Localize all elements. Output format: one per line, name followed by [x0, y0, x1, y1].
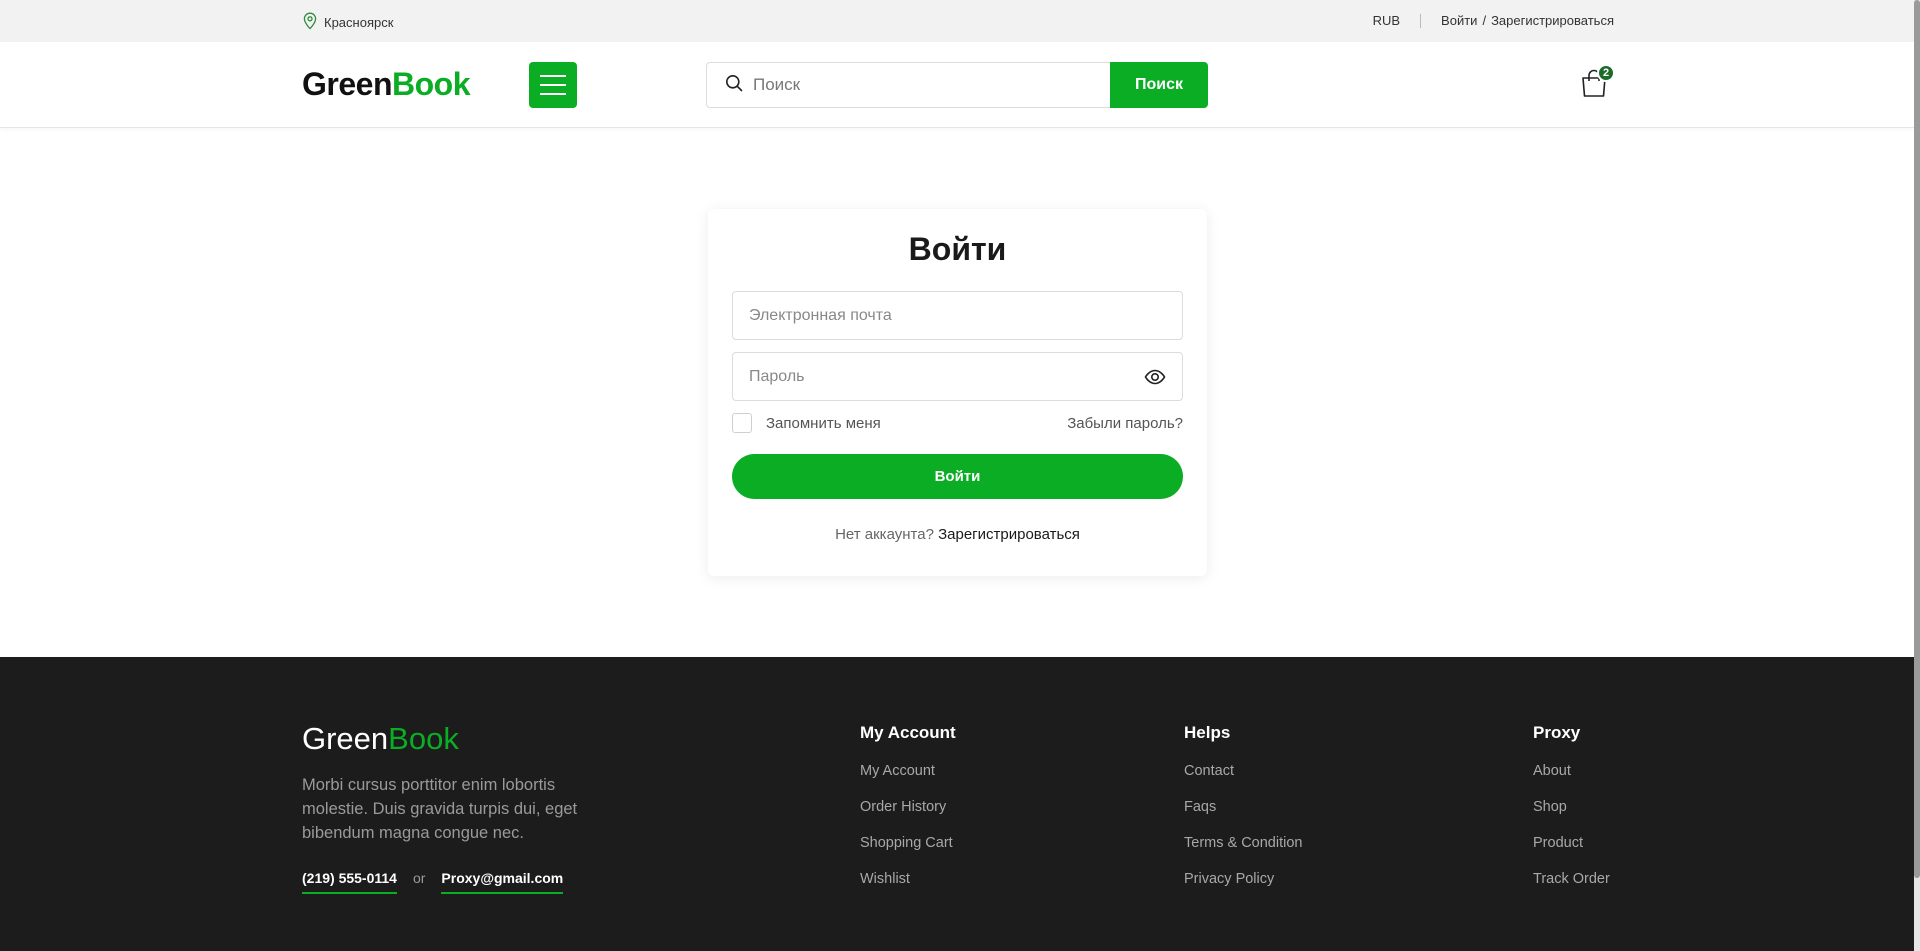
footer-link[interactable]: Track Order: [1533, 871, 1610, 907]
no-account-text: Нет аккаунта? Зарегистрироваться: [708, 526, 1207, 543]
register-link[interactable]: Зарегистрироваться: [1491, 13, 1614, 28]
footer-column-proxy: Proxy About Shop Product Track Order: [1533, 723, 1610, 907]
footer-logo-green: Green: [302, 721, 389, 756]
search-button[interactable]: Поиск: [1110, 62, 1208, 108]
footer-link[interactable]: Contact: [1184, 763, 1302, 799]
footer-contacts: (219) 555-0114 or Proxy@gmail.com: [302, 870, 564, 894]
footer-column-helps: Helps Contact Faqs Terms & Condition Pri…: [1184, 723, 1302, 907]
footer-link[interactable]: Privacy Policy: [1184, 871, 1302, 907]
search-input[interactable]: [753, 75, 1093, 95]
currency-selector[interactable]: RUB: [1373, 13, 1420, 28]
location-selector[interactable]: Красноярск: [302, 12, 393, 33]
footer-column-title: My Account: [860, 723, 956, 742]
footer-link[interactable]: About: [1533, 763, 1610, 799]
cart-button[interactable]: 2: [1580, 64, 1615, 102]
login-card: Войти Запомнить меня Забыли пароль? Войт…: [708, 209, 1207, 576]
remember-me[interactable]: Запомнить меня: [732, 413, 881, 433]
login-submit-button[interactable]: Войти: [732, 454, 1183, 499]
remember-label: Запомнить меня: [766, 414, 881, 432]
menu-icon: [540, 75, 566, 77]
register-link-card[interactable]: Зарегистрироваться: [938, 526, 1080, 543]
scrollbar-thumb[interactable]: [1914, 0, 1920, 878]
cart-count-badge: 2: [1597, 64, 1615, 82]
footer-link[interactable]: Shopping Cart: [860, 835, 956, 871]
footer-link[interactable]: Terms & Condition: [1184, 835, 1302, 871]
no-account-label: Нет аккаунта?: [835, 526, 934, 543]
auth-separator: /: [1482, 13, 1487, 28]
top-bar: Красноярск RUB Войти / Зарегистрироватьс…: [0, 0, 1914, 42]
footer-column-title: Proxy: [1533, 723, 1581, 742]
footer-email[interactable]: Proxy@gmail.com: [441, 870, 564, 894]
location-label: Красноярск: [324, 15, 394, 30]
menu-button[interactable]: [529, 62, 577, 108]
remember-checkbox[interactable]: [732, 413, 752, 433]
footer: GreenBook Morbi cursus porttitor enim lo…: [0, 657, 1914, 951]
password-field[interactable]: [732, 352, 1183, 401]
footer-link[interactable]: Product: [1533, 835, 1610, 871]
logo-text-book: Book: [391, 66, 471, 102]
footer-phone[interactable]: (219) 555-0114: [302, 870, 397, 894]
logo-text-green: Green: [302, 66, 392, 102]
header: GreenBook Поиск 2: [0, 42, 1914, 128]
password-input[interactable]: [749, 367, 1144, 386]
location-pin-icon: [302, 12, 318, 33]
email-field[interactable]: [732, 291, 1183, 340]
forgot-password-link[interactable]: Забыли пароль?: [1067, 415, 1183, 432]
footer-link[interactable]: Faqs: [1184, 799, 1302, 835]
footer-column-my-account: My Account My Account Order History Shop…: [860, 723, 956, 907]
footer-link[interactable]: My Account: [860, 763, 956, 799]
footer-column-title: Helps: [1184, 723, 1231, 742]
footer-link[interactable]: Order History: [860, 799, 956, 835]
footer-logo-book: Book: [388, 721, 459, 756]
search-icon: [725, 74, 743, 97]
footer-link[interactable]: Shop: [1533, 799, 1610, 835]
shopping-bag-icon: [1580, 69, 1608, 102]
login-link[interactable]: Войти: [1441, 13, 1477, 28]
scrollbar[interactable]: [1914, 0, 1920, 951]
logo[interactable]: GreenBook: [302, 66, 470, 103]
footer-logo[interactable]: GreenBook: [302, 721, 459, 757]
eye-icon[interactable]: [1144, 366, 1166, 388]
footer-or: or: [412, 870, 426, 886]
footer-description: Morbi cursus porttitor enim lobortis mol…: [302, 776, 578, 842]
footer-link[interactable]: Wishlist: [860, 871, 956, 907]
email-input[interactable]: [749, 306, 1166, 325]
login-title: Войти: [908, 231, 1007, 267]
search-bar: Поиск: [706, 62, 1208, 108]
search-field[interactable]: [706, 62, 1110, 108]
